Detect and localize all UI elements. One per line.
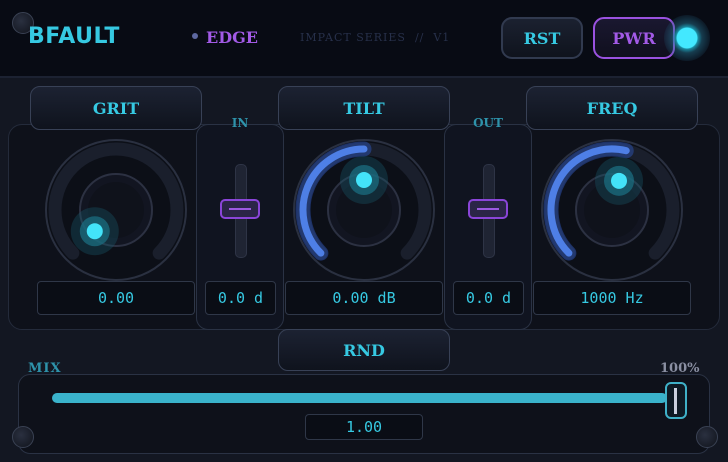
mix-value-field[interactable]: 1.00	[305, 414, 423, 440]
power-button[interactable]: PWR	[593, 17, 675, 59]
freq-knob[interactable]	[540, 138, 684, 282]
output-fader-handle[interactable]	[468, 199, 508, 219]
mix-slider-thumb[interactable]	[665, 382, 687, 419]
screw-icon	[12, 426, 34, 448]
grit-label-button[interactable]: GRIT	[30, 86, 202, 130]
mode-indicator-dot	[192, 33, 198, 39]
freq-value-field[interactable]: 1000 Hz	[533, 281, 691, 315]
input-value-field[interactable]: 0.0 d	[205, 281, 276, 315]
freq-label-button[interactable]: FREQ	[526, 86, 698, 130]
mode-label[interactable]: EDGE	[206, 28, 258, 47]
tilt-value-field[interactable]: 0.00 dB	[285, 281, 443, 315]
tilt-knob[interactable]	[292, 138, 436, 282]
mix-slider-track[interactable]	[52, 393, 676, 403]
grit-knob[interactable]	[44, 138, 188, 282]
grit-value-field[interactable]: 0.00	[37, 281, 195, 315]
knob-indicator-dot	[356, 172, 372, 188]
power-led-icon	[664, 15, 710, 61]
mix-slider-fill	[52, 393, 667, 403]
tilt-label-button[interactable]: TILT	[278, 86, 450, 130]
random-button[interactable]: RND	[278, 329, 450, 371]
input-fader-handle[interactable]	[220, 199, 260, 219]
plugin-window: BFAULT EDGE IMPACT SERIES // V1 RST PWR …	[0, 0, 728, 462]
output-value-field[interactable]: 0.0 d	[453, 281, 524, 315]
screw-icon	[696, 426, 718, 448]
input-fader-label: IN	[231, 116, 249, 130]
knob-indicator-dot	[611, 172, 628, 189]
reset-button[interactable]: RST	[501, 17, 583, 59]
plugin-logo: BFAULT	[28, 24, 120, 49]
header-bar: BFAULT EDGE IMPACT SERIES // V1 RST PWR	[0, 0, 728, 78]
series-label: IMPACT SERIES // V1	[300, 31, 451, 44]
output-fader-label: OUT	[473, 116, 503, 130]
knob-indicator-dot	[86, 223, 103, 240]
